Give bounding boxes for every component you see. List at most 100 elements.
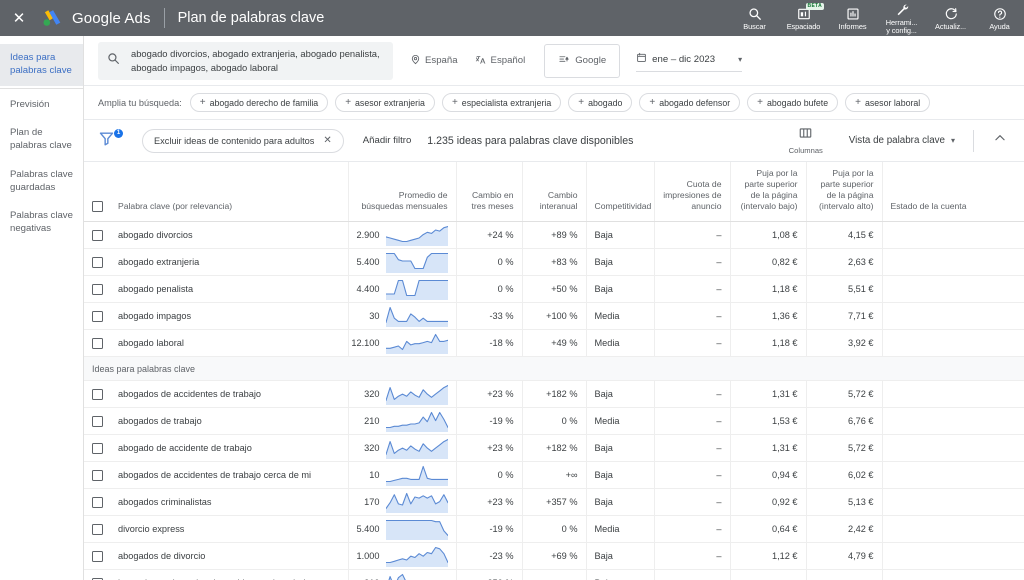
top-action-informes[interactable]: Informes bbox=[828, 0, 877, 36]
row-checkbox[interactable] bbox=[92, 415, 103, 427]
keyword-table-container[interactable]: Palabra clave (por relevancia) Promedio … bbox=[84, 162, 1024, 580]
main-content: abogado divorcios, abogado extranjeria, … bbox=[84, 36, 1024, 580]
cell-three-month-change: +23 % bbox=[455, 434, 522, 462]
cell-competition: Baja bbox=[585, 434, 654, 462]
add-filter-button[interactable]: Añadir filtro bbox=[363, 135, 412, 146]
sidebar-item-saved-keywords[interactable]: Palabras clave guardadas bbox=[0, 161, 83, 203]
sidebar-item-keyword-plan[interactable]: Plan de palabras clave bbox=[0, 119, 83, 161]
expand-chip-0[interactable]: + abogado derecho de familia bbox=[189, 93, 329, 112]
table-row[interactable]: abogados de trabajo 210 -19 % 0 % Media –1,53… bbox=[84, 407, 1024, 435]
close-icon[interactable]: ✕ bbox=[323, 135, 331, 146]
filter-funnel-icon[interactable]: 1 bbox=[98, 128, 123, 152]
expand-chip-label: abogado derecho de familia bbox=[209, 97, 319, 108]
table-row[interactable]: abogados criminalistas 170 +23 % +357 % Baja… bbox=[84, 488, 1024, 516]
top-action-actualizar[interactable]: Actualiz... bbox=[926, 0, 975, 36]
row-checkbox[interactable] bbox=[92, 523, 103, 535]
row-checkbox[interactable] bbox=[92, 388, 103, 400]
row-select-cell bbox=[84, 542, 110, 570]
search-input[interactable]: abogado divorcios, abogado extranjeria, … bbox=[98, 41, 393, 80]
table-row[interactable]: los mejores abogados de accidentes de tr… bbox=[84, 569, 1024, 580]
columns-button[interactable]: Columnas bbox=[783, 126, 829, 155]
date-range-selector[interactable]: ene – dic 2023 ▾ bbox=[636, 50, 743, 72]
expand-chip-3[interactable]: + abogado bbox=[568, 93, 633, 112]
table-row[interactable]: abogado impagos 30 -33 % +100 % Media –1,36 €… bbox=[84, 302, 1024, 330]
expand-chip-4[interactable]: + abogado defensor bbox=[639, 93, 741, 112]
cell-avg-searches: 5.400 bbox=[347, 248, 456, 276]
top-action-espaciado[interactable]: BETA Espaciado bbox=[779, 0, 828, 36]
cell-keyword: abogados de accidentes de trabajo bbox=[110, 380, 348, 408]
search-toolbar: abogado divorcios, abogado extranjeria, … bbox=[84, 36, 1024, 86]
top-action-herramientas[interactable]: Herrami... y config... bbox=[877, 0, 926, 36]
column-header-top-bid-high[interactable]: Puja por la parte superior de la página … bbox=[805, 162, 882, 222]
column-header-yoy-change[interactable]: Cambio interanual bbox=[521, 162, 586, 222]
expand-chip-2[interactable]: + especialista extranjeria bbox=[441, 93, 562, 112]
column-header-keyword[interactable]: Palabra clave (por relevancia) bbox=[110, 162, 348, 222]
cell-top-bid-high: 5,13 € bbox=[805, 488, 882, 516]
row-checkbox[interactable] bbox=[92, 256, 103, 268]
row-checkbox[interactable] bbox=[92, 550, 103, 562]
row-checkbox[interactable] bbox=[92, 442, 103, 454]
view-selector[interactable]: Vista de palabra clave ▾ bbox=[849, 135, 955, 146]
top-actions: Buscar BETA Espaciado Informes Herrami..… bbox=[730, 0, 1024, 36]
refresh-icon bbox=[944, 6, 958, 21]
row-checkbox[interactable] bbox=[92, 310, 103, 322]
row-checkbox[interactable] bbox=[92, 337, 103, 349]
column-header-competition[interactable]: Competitividad bbox=[585, 162, 654, 222]
cell-top-bid-high: 2,42 € bbox=[805, 515, 882, 543]
brand-name: Google Ads bbox=[72, 9, 151, 27]
cell-three-month-change: +23 % bbox=[455, 488, 522, 516]
table-row[interactable]: abogado extranjeria 5.400 0 % +83 % Baja –0,8… bbox=[84, 248, 1024, 276]
cell-competition: Baja bbox=[585, 248, 654, 276]
cell-account-status bbox=[881, 329, 1024, 357]
location-selector[interactable]: España bbox=[410, 54, 458, 68]
plus-icon: + bbox=[578, 96, 585, 108]
cell-keyword: abogado de accidente de trabajo bbox=[110, 434, 348, 462]
column-header-ad-impression-share[interactable]: Cuota de impresiones de anuncio bbox=[653, 162, 730, 222]
keyword-table: Palabra clave (por relevancia) Promedio … bbox=[84, 162, 1024, 580]
row-checkbox[interactable] bbox=[92, 283, 103, 295]
top-action-ayuda[interactable]: Ayuda bbox=[975, 0, 1024, 36]
table-row[interactable]: abogado laboral 12.100 -18 % +49 % Media –1,1… bbox=[84, 329, 1024, 357]
collapse-panel-button[interactable] bbox=[988, 131, 1012, 150]
network-value: Google bbox=[575, 55, 607, 66]
table-row[interactable]: abogado de accidente de trabajo 320 +23 % +… bbox=[84, 434, 1024, 462]
table-row[interactable]: abogados de divorcio 1.000 -23 % +69 % Baja –… bbox=[84, 542, 1024, 570]
network-selector[interactable]: Google bbox=[544, 43, 621, 78]
sidebar-item-forecast[interactable]: Previsión bbox=[0, 91, 83, 120]
select-all-checkbox[interactable] bbox=[92, 201, 103, 212]
table-row[interactable]: abogados de accidentes de trabajo cerca … bbox=[84, 461, 1024, 489]
cell-avg-searches: 1.000 bbox=[347, 542, 456, 570]
column-header-account-status[interactable]: Estado de la cuenta bbox=[881, 162, 1024, 222]
search-trend-sparkline bbox=[380, 546, 448, 567]
column-header-three-month-change[interactable]: Cambio en tres meses bbox=[455, 162, 522, 222]
sidebar-item-negative-keywords[interactable]: Palabras clave negativas bbox=[0, 202, 83, 244]
language-selector[interactable]: Español bbox=[475, 54, 525, 68]
avg-searches-value: 2.900 bbox=[356, 230, 380, 240]
columns-label: Columnas bbox=[788, 146, 823, 155]
active-filter-chip[interactable]: Excluir ideas de contenido para adultos … bbox=[142, 128, 344, 153]
plus-icon: + bbox=[451, 96, 458, 108]
avg-searches-value: 320 bbox=[364, 389, 380, 399]
column-header-top-bid-low[interactable]: Puja por la parte superior de la página … bbox=[729, 162, 806, 222]
cell-yoy-change: 0 % bbox=[521, 407, 586, 435]
close-icon[interactable]: ✕ bbox=[10, 9, 28, 27]
table-row[interactable]: divorcio express 5.400 -19 % 0 % Media –0,64 … bbox=[84, 515, 1024, 543]
table-row[interactable]: abogado divorcios 2.900 +24 % +89 % Baja –1,0… bbox=[84, 221, 1024, 249]
table-row[interactable]: abogados de accidentes de trabajo 320 +23 … bbox=[84, 380, 1024, 408]
expand-chip-5[interactable]: + abogado bufete bbox=[747, 93, 839, 112]
cell-yoy-change: +357 % bbox=[521, 488, 586, 516]
row-checkbox[interactable] bbox=[92, 496, 103, 508]
sidebar-item-keyword-ideas[interactable]: Ideas para palabras clave bbox=[0, 44, 83, 86]
top-action-buscar[interactable]: Buscar bbox=[730, 0, 779, 36]
translate-icon bbox=[475, 54, 487, 68]
cell-avg-searches: 170 bbox=[347, 488, 456, 516]
table-header: Palabra clave (por relevancia) Promedio … bbox=[84, 162, 1024, 222]
expand-chip-1[interactable]: + asesor extranjeria bbox=[335, 93, 435, 112]
row-checkbox[interactable] bbox=[92, 469, 103, 481]
row-checkbox[interactable] bbox=[92, 229, 103, 241]
table-row[interactable]: abogado penalista 4.400 0 % +50 % Baja –1,18 … bbox=[84, 275, 1024, 303]
cell-account-status bbox=[881, 569, 1024, 580]
column-header-avg-searches[interactable]: Promedio de búsquedas mensuales bbox=[347, 162, 456, 222]
cell-account-status bbox=[881, 461, 1024, 489]
expand-chip-6[interactable]: + asesor laboral bbox=[845, 93, 931, 112]
